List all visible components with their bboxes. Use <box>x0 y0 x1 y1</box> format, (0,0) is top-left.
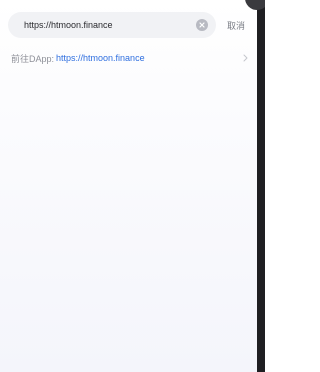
search-input[interactable] <box>24 20 188 30</box>
search-box[interactable] <box>8 12 216 38</box>
clear-x-glyph <box>199 22 205 28</box>
browser-search-screen: 取消 前往DApp: https://htmoon.finance <box>0 0 265 372</box>
dapp-url-link[interactable]: https://htmoon.finance <box>56 53 241 63</box>
search-bar: 取消 <box>8 12 255 38</box>
dapp-prefix-label: 前往DApp: <box>11 53 55 64</box>
chevron-right-icon <box>241 53 249 63</box>
window-edge <box>257 0 265 372</box>
floating-corner-button[interactable] <box>245 0 265 10</box>
go-to-dapp-suggestion[interactable]: 前往DApp: https://htmoon.finance <box>11 50 249 66</box>
cancel-button[interactable]: 取消 <box>227 19 245 32</box>
clear-circle-icon[interactable] <box>196 19 208 31</box>
